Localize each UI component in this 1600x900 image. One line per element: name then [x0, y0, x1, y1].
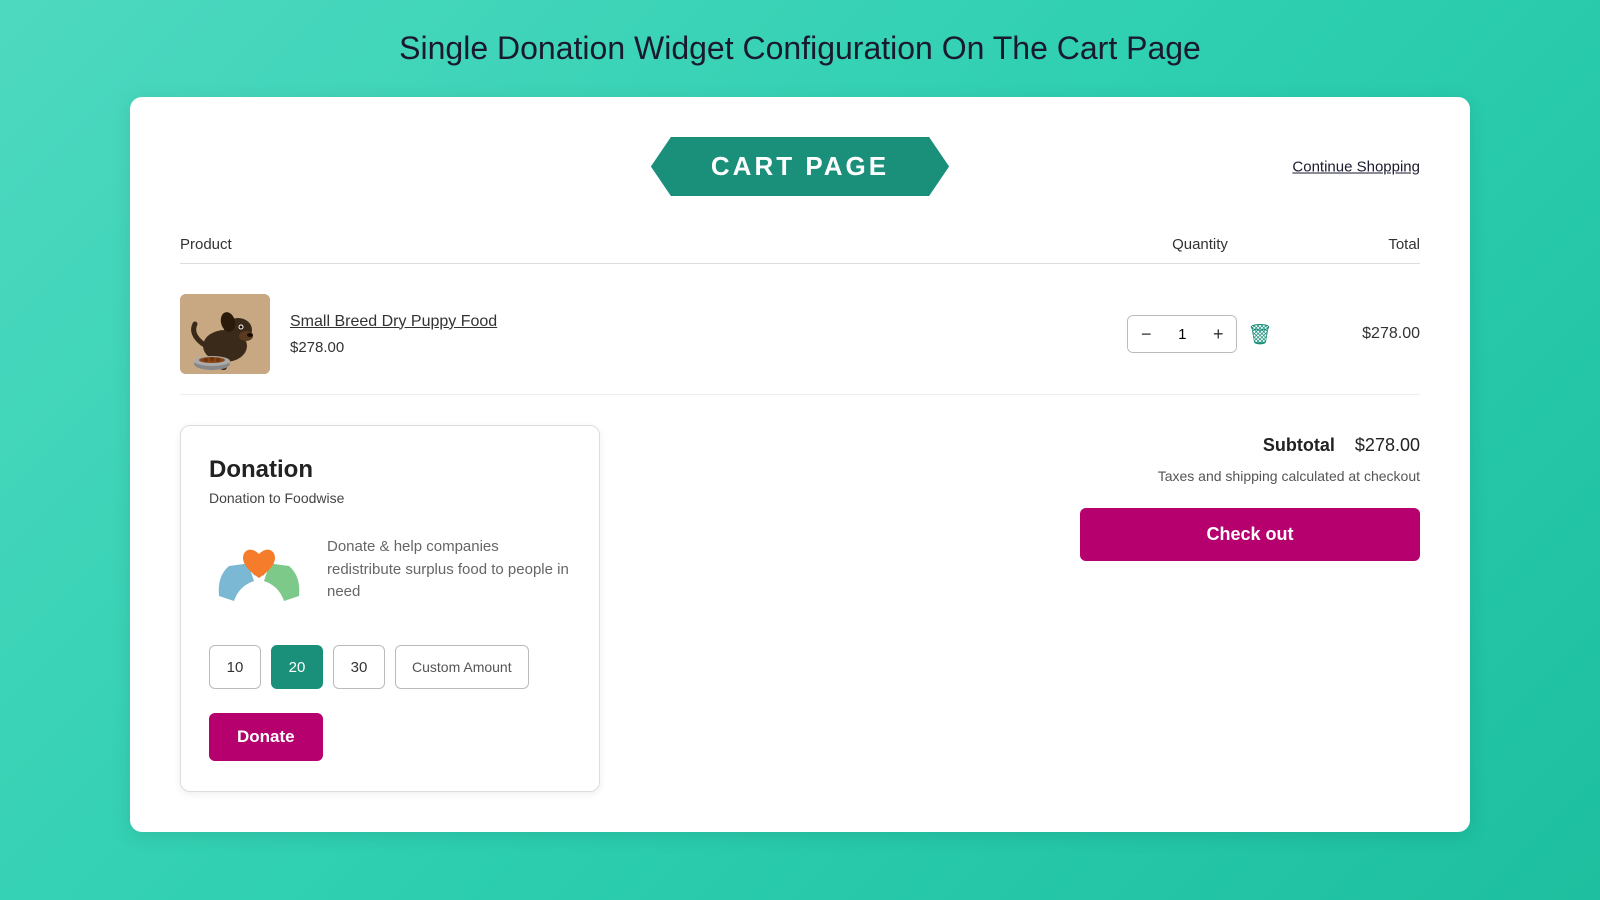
product-name[interactable]: Small Breed Dry Puppy Food: [290, 313, 497, 331]
donation-amounts: 10 20 30 Custom Amount: [209, 645, 571, 689]
product-price: $278.00: [290, 339, 497, 356]
delete-item-button[interactable]: 🗑: [1247, 322, 1272, 347]
cart-banner: CART PAGE: [651, 137, 949, 196]
subtotal-label: Subtotal: [1263, 435, 1335, 456]
subtotal-row: Subtotal $278.00: [640, 435, 1420, 456]
amount-10-button[interactable]: 10: [209, 645, 261, 689]
donation-title: Donation: [209, 456, 571, 484]
quantity-decrease-button[interactable]: −: [1128, 316, 1164, 352]
page-title: Single Donation Widget Configuration On …: [399, 30, 1201, 67]
donation-subtitle: Donation to Foodwise: [209, 490, 571, 506]
column-total: Total: [1300, 236, 1420, 253]
product-info: Small Breed Dry Puppy Food $278.00: [290, 313, 497, 356]
quantity-controls: − +: [1127, 315, 1237, 353]
quantity-section: − + 🗑: [1100, 315, 1300, 353]
quantity-input[interactable]: [1164, 326, 1200, 343]
donate-button[interactable]: Donate: [209, 713, 323, 761]
product-image: [180, 294, 270, 374]
donation-icon: [209, 526, 309, 621]
donation-description: Donate & help companies redistribute sur…: [327, 526, 571, 604]
subtotal-value: $278.00: [1355, 435, 1420, 456]
cart-header-row: CART PAGE Continue Shopping: [180, 137, 1420, 196]
checkout-section: Subtotal $278.00 Taxes and shipping calc…: [640, 425, 1420, 792]
bottom-section: Donation Donation to Foodwise: [180, 425, 1420, 792]
main-card: CART PAGE Continue Shopping Product Quan…: [130, 97, 1470, 832]
checkout-button[interactable]: Check out: [1080, 508, 1420, 561]
amount-20-button[interactable]: 20: [271, 645, 323, 689]
donation-widget: Donation Donation to Foodwise: [180, 425, 600, 792]
product-section: Small Breed Dry Puppy Food $278.00: [180, 294, 1100, 374]
table-header: Product Quantity Total: [180, 226, 1420, 264]
donation-body: Donate & help companies redistribute sur…: [209, 526, 571, 621]
cart-item: Small Breed Dry Puppy Food $278.00 − + 🗑…: [180, 274, 1420, 395]
column-product: Product: [180, 236, 1100, 253]
amount-30-button[interactable]: 30: [333, 645, 385, 689]
banner-wrap: CART PAGE: [651, 137, 949, 196]
custom-amount-button[interactable]: Custom Amount: [395, 645, 529, 689]
quantity-increase-button[interactable]: +: [1200, 316, 1236, 352]
continue-shopping-button[interactable]: Continue Shopping: [1292, 158, 1420, 175]
item-total: $278.00: [1300, 325, 1420, 343]
taxes-note: Taxes and shipping calculated at checkou…: [640, 468, 1420, 484]
column-quantity: Quantity: [1100, 236, 1300, 253]
